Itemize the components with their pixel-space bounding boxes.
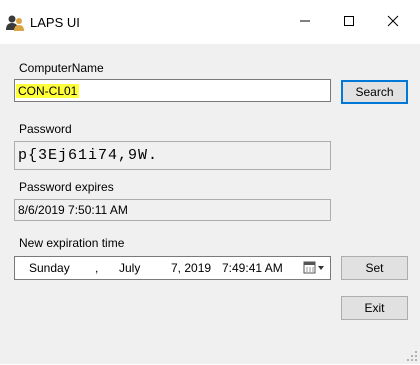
form-body: ComputerName CON-CL01 Search Password p{…	[0, 44, 420, 364]
minimize-button[interactable]	[282, 0, 328, 44]
day-year-part[interactable]: 7, 2019	[171, 257, 211, 279]
window-title: LAPS UI	[30, 15, 80, 30]
password-value: p{3Ej61i74,9W.	[18, 147, 159, 164]
title-bar[interactable]: LAPS UI	[0, 0, 420, 44]
time-part[interactable]: 7:49:41 AM	[222, 257, 283, 279]
computer-name-input[interactable]: CON-CL01	[14, 79, 331, 102]
computer-name-label: ComputerName	[19, 61, 104, 75]
search-button[interactable]: Search	[341, 80, 408, 104]
expiration-datetime-picker[interactable]: Sunday , July 7, 2019 7:49:41 AM	[14, 256, 331, 280]
calendar-dropdown-icon[interactable]	[302, 259, 328, 277]
password-expires-label: Password expires	[19, 180, 114, 194]
password-expires-field[interactable]: 8/6/2019 7:50:11 AM	[14, 199, 331, 221]
close-icon	[387, 15, 399, 30]
new-expiration-label: New expiration time	[19, 236, 125, 250]
set-button[interactable]: Set	[341, 256, 408, 280]
password-field[interactable]: p{3Ej61i74,9W.	[14, 141, 331, 170]
close-button[interactable]	[370, 0, 416, 44]
resize-grip-icon[interactable]	[406, 350, 418, 362]
search-button-label: Search	[355, 85, 394, 99]
exit-button-label: Exit	[364, 301, 385, 315]
laps-ui-window: LAPS UI ComputerName CON-CL01 Search Pas…	[0, 0, 420, 364]
exit-button[interactable]: Exit	[341, 296, 408, 320]
users-icon	[5, 14, 25, 32]
weekday-separator: ,	[95, 261, 99, 275]
password-expires-value: 8/6/2019 7:50:11 AM	[18, 203, 128, 217]
maximize-icon	[343, 15, 355, 30]
password-label: Password	[19, 122, 72, 136]
computer-name-value: CON-CL01	[16, 83, 80, 98]
weekday-part[interactable]: Sunday	[29, 257, 70, 279]
set-button-label: Set	[365, 261, 384, 275]
month-part[interactable]: July	[119, 257, 140, 279]
minimize-icon	[299, 15, 311, 30]
maximize-button[interactable]	[326, 0, 372, 44]
